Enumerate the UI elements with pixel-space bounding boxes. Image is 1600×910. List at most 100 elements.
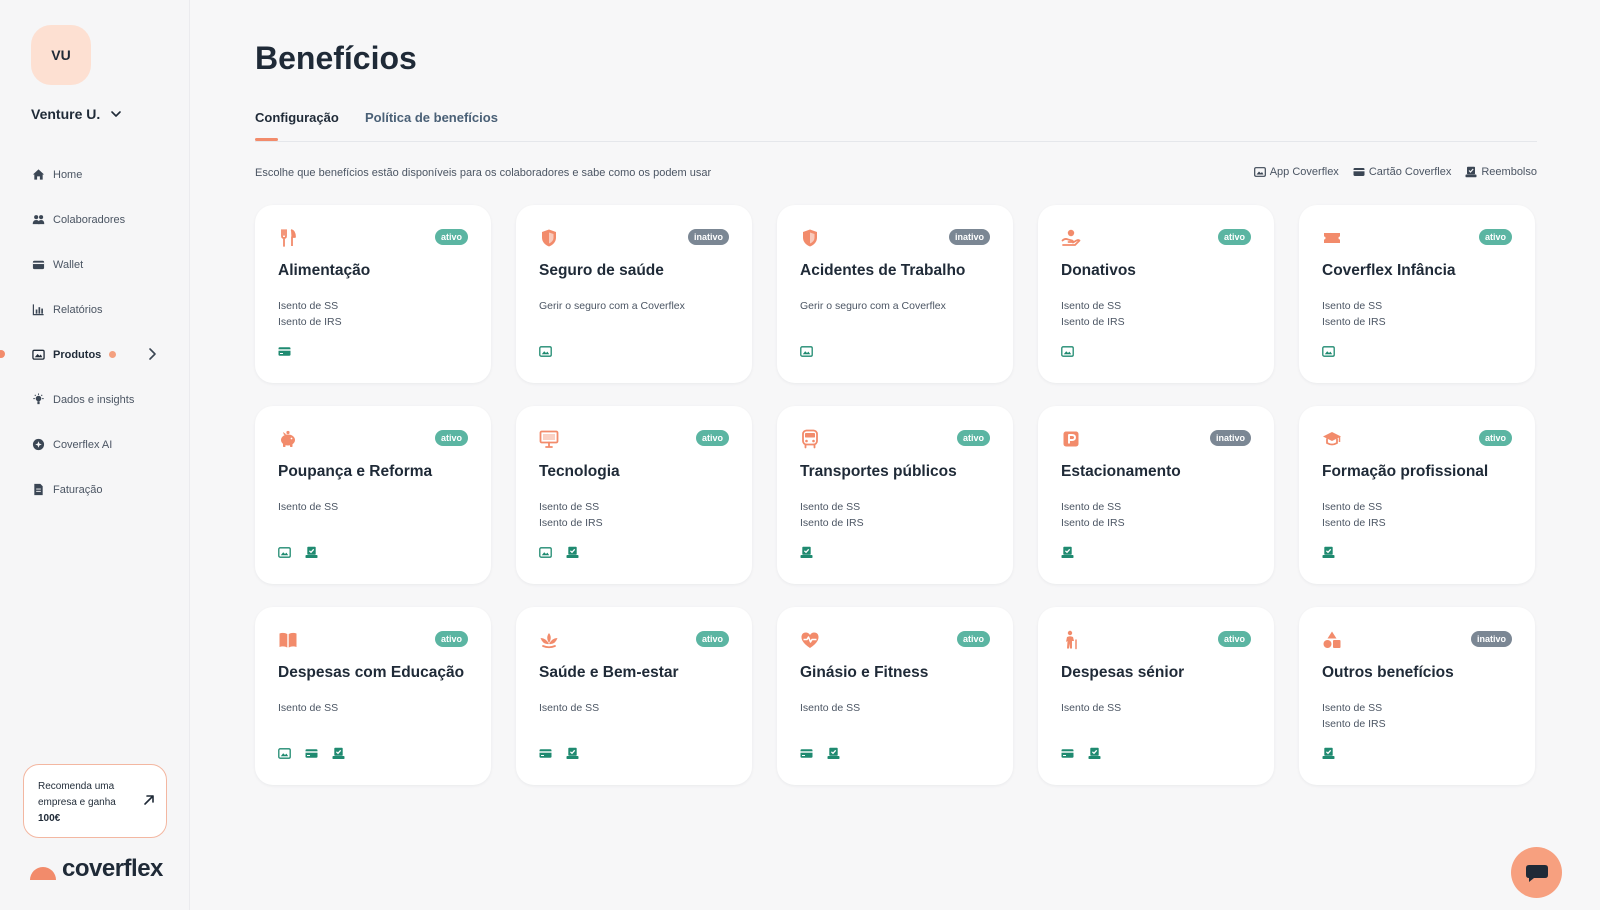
benefit-channels: [800, 747, 840, 760]
benefit-card-seguro-de-saude[interactable]: inativo Seguro de saúde Gerir o seguro com…: [516, 205, 752, 383]
benefit-details: Gerir o seguro com a Coverflex: [539, 298, 685, 314]
status-badge: ativo: [695, 631, 729, 647]
benefit-title: Tecnologia: [539, 463, 620, 480]
sidebar-item-wallet[interactable]: Wallet: [0, 242, 190, 287]
refund-icon: [1322, 546, 1335, 559]
tab-bar: Configuração Política de benefícios: [255, 110, 1537, 142]
fork-knife-icon: [278, 228, 298, 248]
sidebar-item-colaboradores[interactable]: Colaboradores: [0, 197, 190, 242]
promo-amount: 100€: [38, 813, 61, 824]
sidebar-item-label: Relatórios: [53, 303, 103, 316]
status-badge: ativo: [1217, 631, 1251, 647]
benefit-detail-line: Isento de SS: [1061, 702, 1122, 714]
donation-icon: [1061, 228, 1081, 248]
benefit-card-alimentacao[interactable]: ativo Alimentação Isento de SS Isento de IR…: [255, 205, 491, 383]
app-icon: [539, 345, 552, 358]
benefit-details: Isento de SS Isento de IRS: [1322, 700, 1386, 732]
benefit-title: Despesas com Educação: [278, 664, 465, 681]
tab-configuracao[interactable]: Configuração: [255, 110, 339, 141]
sidebar-item-label: Dados e insights: [53, 393, 135, 406]
credit-card-icon: [800, 747, 813, 760]
home-icon: [31, 168, 45, 182]
benefit-card-despesas-senior[interactable]: ativo Despesas sénior Isento de SS: [1038, 607, 1274, 785]
sidebar-item-label: Coverflex AI: [53, 438, 113, 451]
benefit-details: Isento de SS Isento de IRS: [1061, 298, 1125, 330]
status-badge: ativo: [1478, 430, 1512, 446]
shapes-icon: [1322, 630, 1342, 650]
legend-app-label: App Coverflex: [1269, 166, 1339, 178]
benefit-title: Transportes públicos: [800, 463, 957, 480]
status-badge: ativo: [1478, 229, 1512, 245]
promo-line-2: empresa e ganha: [38, 797, 116, 808]
sidebar-item-faturacao[interactable]: Faturação: [0, 467, 190, 512]
benefit-card-outros-beneficios[interactable]: inativo Outros benefícios Isento de SS Isen…: [1299, 607, 1535, 785]
benefit-card-despesas-com-educacao[interactable]: ativo Despesas com Educação Isento de SS: [255, 607, 491, 785]
avatar[interactable]: VU: [31, 25, 91, 85]
benefit-details: Isento de SS: [539, 700, 599, 716]
chevron-right-icon[interactable]: [146, 347, 158, 361]
refund-icon: [305, 546, 318, 559]
benefit-card-estacionamento[interactable]: inativo Estacionamento Isento de SS Isento …: [1038, 406, 1274, 584]
benefit-detail-line: Isento de SS: [278, 300, 339, 312]
benefit-channels: [1061, 345, 1074, 358]
benefit-card-acidentes-de-trabalho[interactable]: inativo Acidentes de Trabalho Gerir o segu…: [777, 205, 1013, 383]
benefit-channels: [278, 747, 345, 760]
insights-icon: [31, 393, 45, 407]
benefit-title: Alimentação: [278, 262, 371, 279]
refund-icon: [827, 747, 840, 760]
benefit-detail-line: Isento de SS: [278, 501, 339, 513]
logo-mark-icon: [30, 867, 56, 880]
benefit-channels: [278, 546, 318, 559]
benefit-cards-grid: ativo Alimentação Isento de SS Isento de IR…: [255, 205, 1537, 785]
benefit-title: Acidentes de Trabalho: [800, 262, 966, 279]
benefit-card-coverflex-infancia[interactable]: ativo Coverflex Infância Isento de SS Isent…: [1299, 205, 1535, 383]
company-switcher[interactable]: Venture U.: [31, 106, 122, 122]
refund-icon: [566, 546, 579, 559]
sidebar-item-coverflex-ai[interactable]: Coverflex AI: [0, 422, 190, 467]
status-badge: ativo: [956, 631, 990, 647]
benefit-title: Seguro de saúde: [539, 262, 664, 279]
benefit-detail-line: Isento de SS: [1061, 501, 1122, 513]
benefit-channels: [800, 345, 813, 358]
page-description: Escolhe que benefícios estão disponíveis…: [255, 167, 712, 179]
sidebar-item-dados-insights[interactable]: Dados e insights: [0, 377, 190, 422]
chat-button[interactable]: [1511, 847, 1562, 898]
benefit-card-poupanca-e-reforma[interactable]: ativo Poupança e Reforma Isento de SS: [255, 406, 491, 584]
benefit-details: Isento de SS Isento de IRS: [800, 499, 864, 531]
benefit-card-ginasio-e-fitness[interactable]: ativo Ginásio e Fitness Isento de SS: [777, 607, 1013, 785]
sidebar-item-relatorios[interactable]: Relatórios: [0, 287, 190, 332]
app-icon: [800, 345, 813, 358]
benefit-details: Isento de SS Isento de IRS: [278, 298, 342, 330]
benefit-title: Ginásio e Fitness: [800, 664, 929, 681]
invoice-icon: [31, 483, 45, 497]
benefit-card-donativos[interactable]: ativo Donativos Isento de SS Isento de IRS: [1038, 205, 1274, 383]
benefit-detail-line: Isento de SS: [539, 702, 600, 714]
benefit-detail-line: Isento de IRS: [1061, 517, 1125, 529]
benefit-card-transportes-publicos[interactable]: ativo Transportes públicos Isento de SS Ise…: [777, 406, 1013, 584]
benefit-title: Estacionamento: [1061, 463, 1181, 480]
graduation-cap-icon: [1322, 429, 1342, 449]
sidebar-nav: Home Colaboradores Wallet Relatórios Pro…: [0, 152, 190, 512]
referral-promo[interactable]: Recomenda uma empresa e ganha 100€: [23, 764, 167, 838]
benefit-details: Isento de SS Isento de IRS: [1322, 298, 1386, 330]
main-content: Benefícios Configuração Política de bene…: [255, 0, 1537, 910]
sidebar-item-home[interactable]: Home: [0, 152, 190, 197]
benefit-card-tecnologia[interactable]: ativo Tecnologia Isento de SS Isento de IRS: [516, 406, 752, 584]
benefit-title: Outros benefícios: [1322, 664, 1454, 681]
refund-icon: [1465, 166, 1477, 178]
benefit-title: Donativos: [1061, 262, 1136, 279]
notification-dot: [109, 351, 117, 358]
legend-refund: Reembolso: [1465, 166, 1537, 178]
status-badge: ativo: [434, 229, 468, 245]
app-icon: [278, 747, 291, 760]
sidebar-item-produtos[interactable]: Produtos: [0, 332, 190, 377]
app-icon: [1322, 345, 1335, 358]
benefit-card-saude-e-bem-estar[interactable]: ativo Saúde e Bem-estar Isento de SS: [516, 607, 752, 785]
benefit-card-formacao-profissional[interactable]: ativo Formação profissional Isento de SS Is…: [1299, 406, 1535, 584]
status-badge: inativo: [1470, 631, 1512, 647]
status-badge: ativo: [1217, 229, 1251, 245]
tab-politica-beneficios[interactable]: Política de benefícios: [365, 110, 498, 125]
sidebar-item-label: Home: [53, 168, 83, 181]
channel-legend: App Coverflex Cartão Coverflex Reembolso: [1253, 166, 1537, 178]
benefit-details: Isento de SS: [1061, 700, 1121, 716]
